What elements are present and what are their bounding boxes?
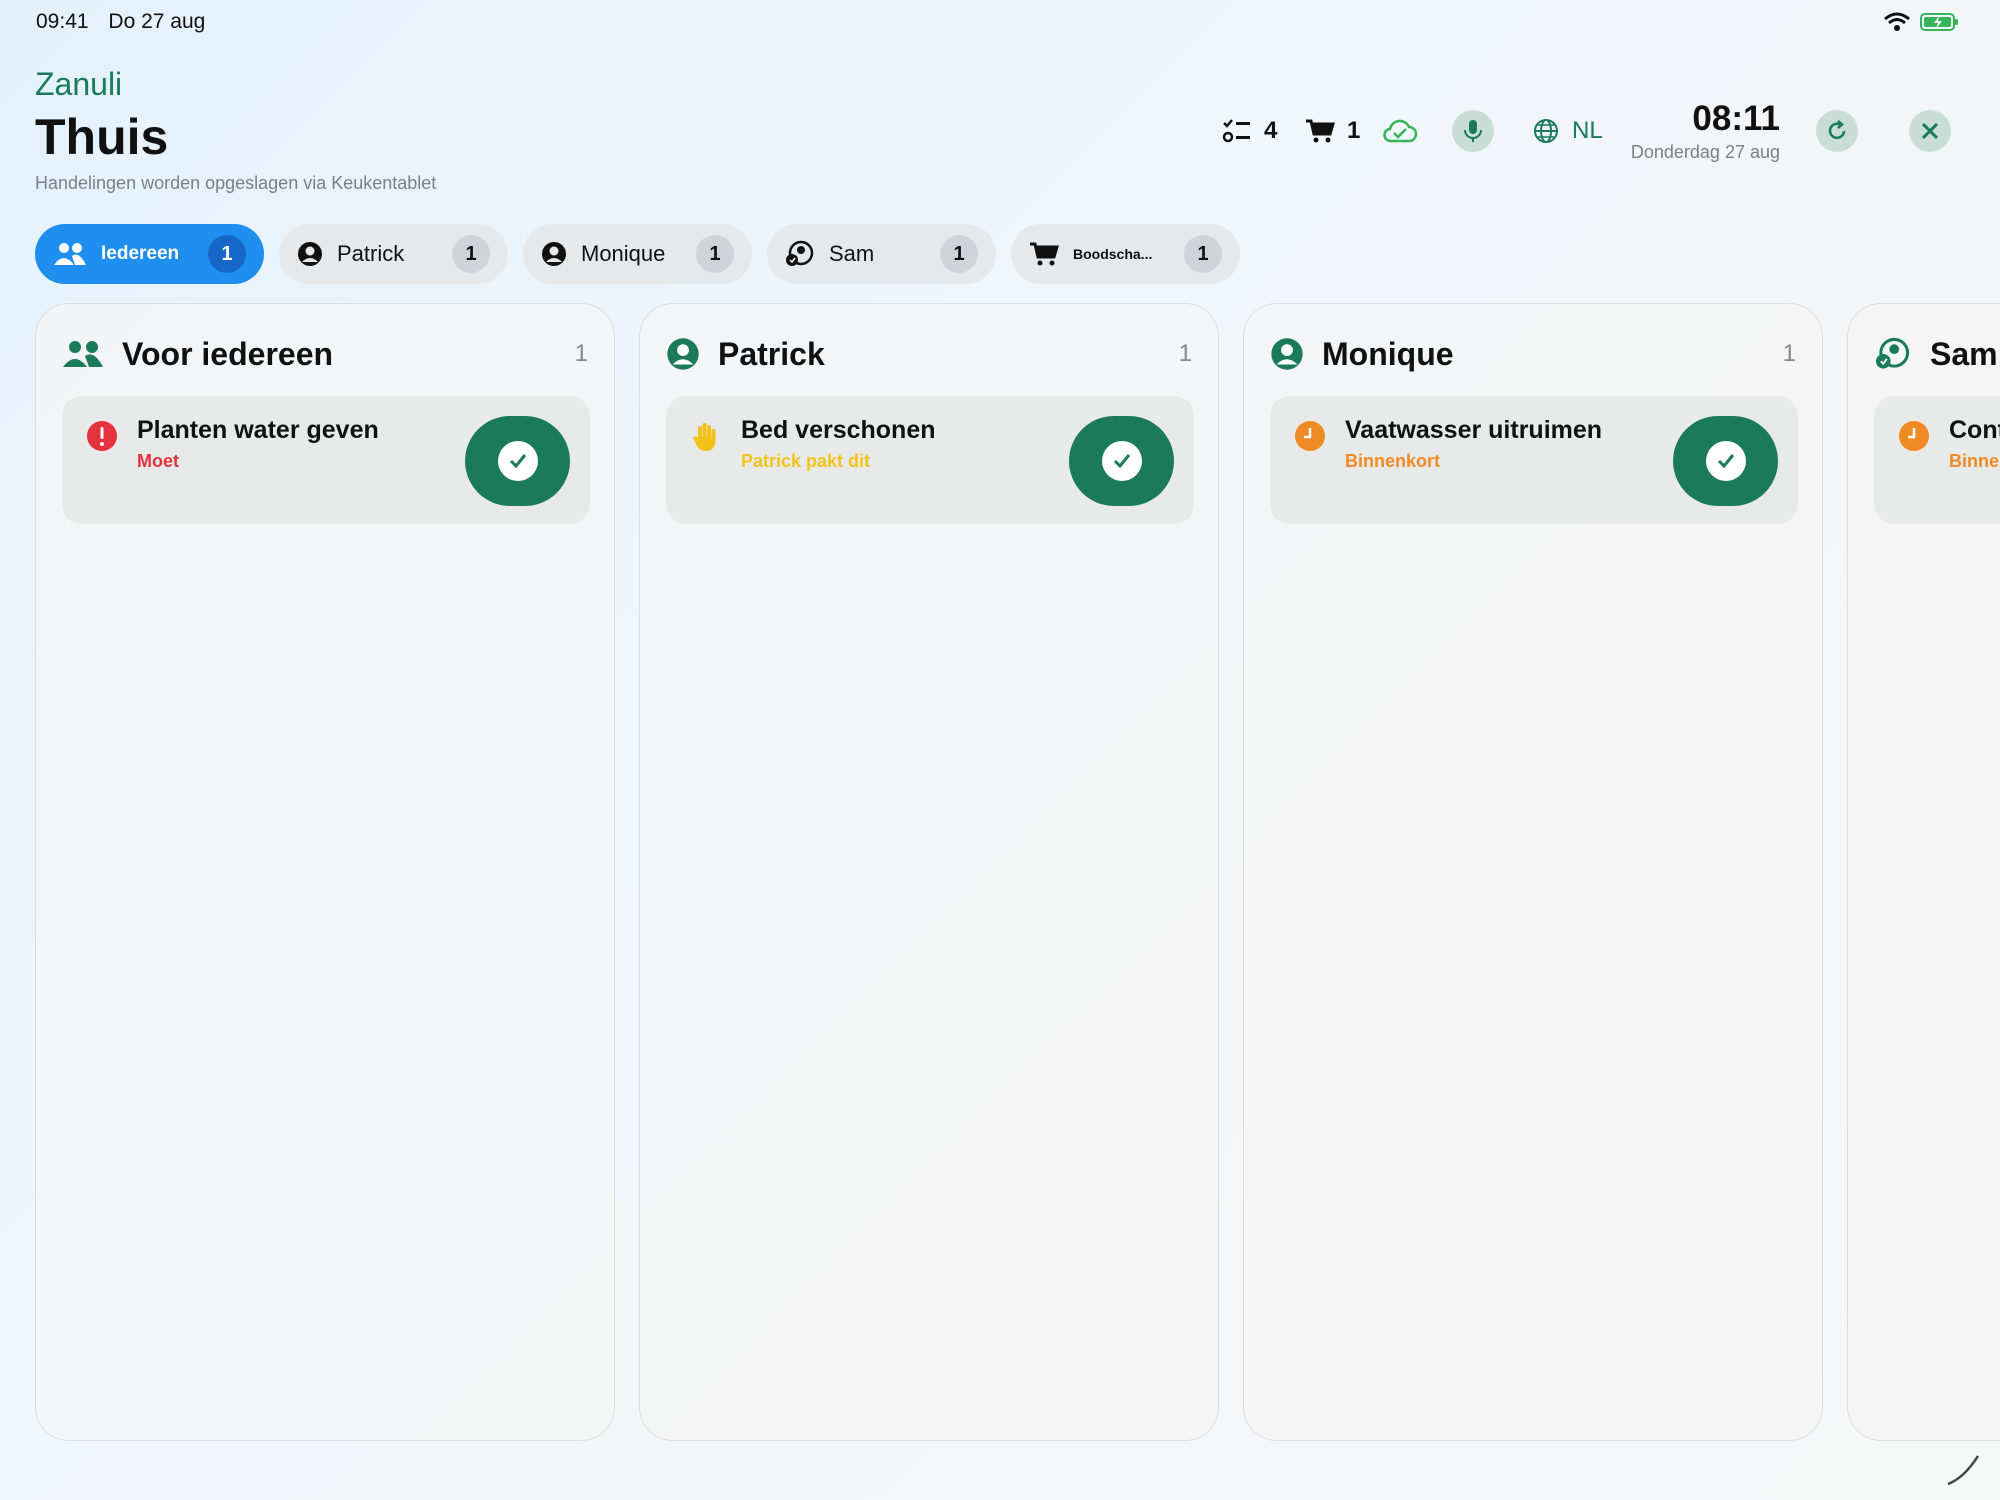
column-count: 1 [1782, 340, 1796, 367]
tab-iedereen[interactable]: Iedereen 1 [35, 224, 264, 284]
column-count: 1 [574, 340, 588, 367]
people-icon [54, 243, 86, 265]
clock-date: Donderdag 27 aug [1630, 142, 1780, 162]
task-card[interactable]: Planten water geven Moet [62, 396, 590, 524]
pencil-icon[interactable] [1944, 1448, 1984, 1488]
task-title: Cont [1949, 416, 2000, 444]
tab-count: 1 [696, 235, 734, 273]
tab-count: 1 [208, 235, 246, 273]
status-indicators [1884, 12, 1960, 32]
task-status: Binnenkort [1345, 451, 1441, 471]
tab-label: Sam [829, 241, 875, 266]
person-badge-icon [1876, 337, 1910, 369]
complete-task-button[interactable] [1069, 416, 1174, 506]
people-icon [63, 341, 103, 367]
checkmark-icon [1113, 454, 1130, 469]
tab-label: Boodscha... [1073, 246, 1153, 262]
task-card[interactable]: Bed verschonen Patrick pakt dit [666, 396, 1194, 524]
cart-icon [1030, 242, 1059, 266]
voice-button-wrap [1452, 100, 1494, 162]
clock-icon [1295, 421, 1325, 451]
column-title: Sam [1930, 335, 1998, 372]
person-icon [298, 242, 322, 266]
sync-subtitle: Handelingen worden opgeslagen via Keuken… [35, 173, 437, 193]
column-header: Patrick 1 [666, 334, 1192, 374]
task-card[interactable]: Cont Binne [1874, 396, 2000, 524]
checkmark-icon [1717, 454, 1734, 469]
microphone-icon [1464, 120, 1482, 142]
tab-sam[interactable]: Sam 1 [767, 224, 996, 284]
page-title: Thuis [35, 109, 169, 165]
cart-icon [1306, 119, 1335, 143]
task-title: Planten water geven [137, 416, 379, 444]
tab-patrick[interactable]: Patrick 1 [279, 224, 508, 284]
cart-stat[interactable]: 1 [1305, 100, 1360, 162]
battery-icon [1920, 13, 1958, 31]
task-status: Moet [137, 451, 179, 471]
column-header: Voor iedereen 1 [62, 334, 588, 374]
column-monique: Monique 1 Vaatwasser uitruimen Binnenkor… [1243, 303, 1823, 1441]
language-code: NL [1572, 117, 1603, 144]
task-status: Binne [1949, 451, 2000, 471]
microphone-button[interactable] [1452, 110, 1494, 152]
refresh-button[interactable] [1816, 110, 1858, 152]
clock-time: 08:11 [1692, 99, 1780, 138]
column-header: Sam [1874, 334, 2000, 374]
status-bar: 09:41 Do 27 aug [36, 10, 219, 34]
task-card[interactable]: Vaatwasser uitruimen Binnenkort [1270, 396, 1798, 524]
tab-label: Iedereen [101, 243, 180, 264]
close-button[interactable] [1909, 110, 1951, 152]
cart-count: 1 [1347, 117, 1361, 144]
tab-monique[interactable]: Monique 1 [523, 224, 752, 284]
status-date: Do 27 aug [108, 10, 206, 33]
tab-boodschappen[interactable]: Boodscha... 1 [1011, 224, 1240, 284]
tab-count: 1 [452, 235, 490, 273]
tab-label: Patrick [337, 241, 405, 266]
cloud-check-icon [1383, 119, 1418, 143]
person-icon [667, 338, 699, 370]
person-icon [1271, 338, 1303, 370]
filter-tabs: Iedereen 1 Patrick 1 Monique 1 Sam 1 Boo… [35, 224, 1240, 284]
checklist-icon [1222, 119, 1250, 143]
status-time: 09:41 [36, 10, 89, 33]
person-badge-icon [786, 240, 814, 266]
column-sam: Sam Cont Binne [1847, 303, 2000, 1441]
refresh-icon [1828, 120, 1846, 140]
wifi-icon [1884, 12, 1910, 31]
tab-label: Monique [581, 241, 666, 266]
app-name: Zanuli [35, 66, 123, 102]
clock: 08:11 Donderdag 27 aug [1620, 100, 1780, 163]
task-title: Vaatwasser uitruimen [1345, 416, 1603, 444]
column-title: Monique [1322, 335, 1454, 372]
refresh-button-wrap [1816, 100, 1858, 162]
globe-icon [1534, 119, 1558, 143]
complete-task-button[interactable] [465, 416, 570, 506]
exclamation-icon [87, 421, 117, 451]
column-voor-iedereen: Voor iedereen 1 Planten water geven Moet [35, 303, 615, 1441]
column-count: 1 [1178, 340, 1192, 367]
complete-task-button[interactable] [1673, 416, 1778, 506]
tab-count: 1 [1184, 235, 1222, 273]
checkmark-icon [509, 454, 526, 469]
clock-icon [1899, 421, 1929, 451]
column-title: Voor iedereen [122, 335, 334, 372]
tasks-count: 4 [1264, 117, 1278, 144]
close-icon [1921, 122, 1939, 140]
person-icon [542, 242, 566, 266]
close-button-wrap [1909, 100, 1951, 162]
language-selector[interactable]: NL [1532, 100, 1603, 162]
column-patrick: Patrick 1 Bed verschonen Patrick pakt di… [639, 303, 1219, 1441]
cloud-sync-status[interactable] [1382, 100, 1418, 162]
tab-count: 1 [940, 235, 978, 273]
column-header: Monique 1 [1270, 334, 1796, 374]
task-title: Bed verschonen [741, 416, 936, 444]
raised-hand-icon [693, 423, 716, 451]
column-title: Patrick [718, 335, 825, 372]
task-status: Patrick pakt dit [741, 451, 871, 471]
tasks-stat[interactable]: 4 [1222, 100, 1277, 162]
